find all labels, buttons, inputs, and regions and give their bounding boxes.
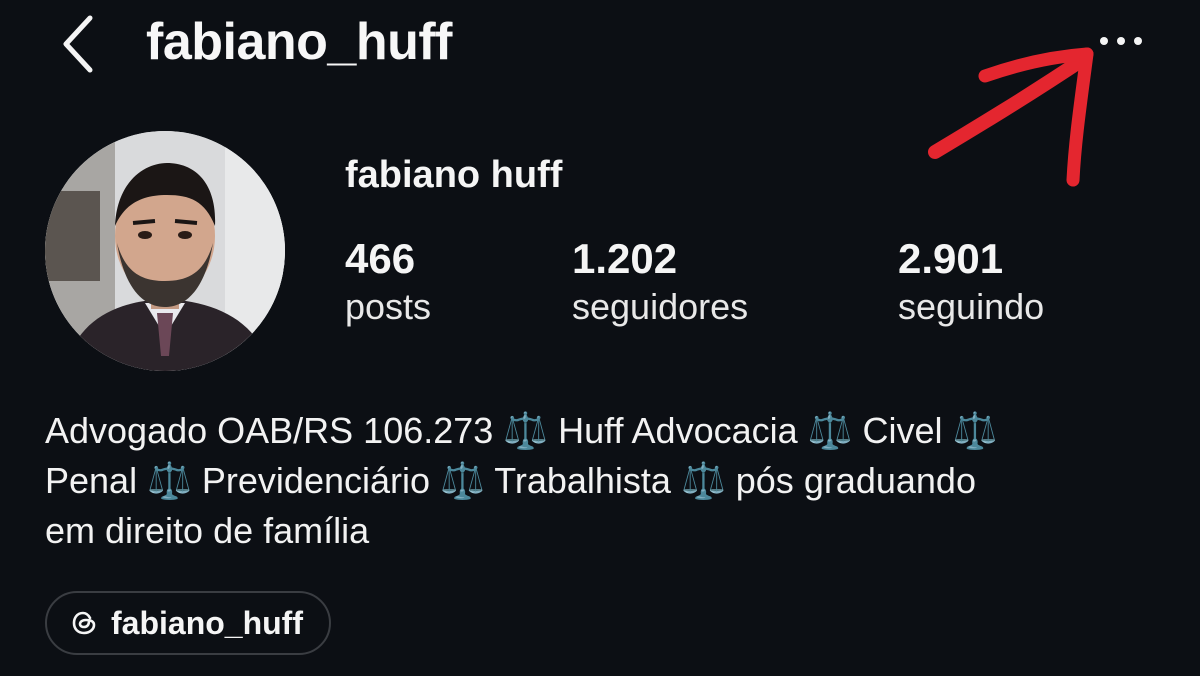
stat-following[interactable]: 2.901 seguindo (898, 232, 1044, 328)
stat-posts-value: 466 (345, 235, 416, 282)
threads-link-label: fabiano_huff (111, 605, 303, 641)
stat-posts[interactable]: 466 posts (345, 232, 431, 328)
stat-followers-label: seguidores (572, 286, 749, 327)
stat-followers[interactable]: 1.202 seguidores (572, 232, 748, 328)
profile-bio: Advogado OAB/RS 106.273 ⚖️ Huff Advocaci… (45, 406, 1165, 556)
bio-line: Penal ⚖️ Previdenciário ⚖️ Trabalhista ⚖… (45, 460, 976, 501)
chevron-left-icon (63, 15, 93, 73)
profile-display-name: fabiano huff (345, 154, 563, 196)
back-button[interactable] (52, 10, 108, 74)
more-options-button[interactable] (1090, 26, 1150, 56)
stat-followers-value: 1.202 (572, 235, 678, 282)
avatar[interactable] (45, 131, 285, 371)
profile-username-title: fabiano_huff (146, 13, 452, 71)
stat-following-label: seguindo (898, 286, 1045, 327)
bio-line: Advogado OAB/RS 106.273 ⚖️ Huff Advocaci… (45, 410, 998, 451)
stat-following-value: 2.901 (898, 235, 1004, 282)
bio-line: em direito de família (45, 510, 370, 551)
profile-photo (45, 131, 285, 371)
threads-profile-link[interactable]: fabiano_huff (45, 591, 331, 655)
stat-posts-label: posts (345, 286, 432, 327)
threads-icon (72, 611, 96, 635)
more-horizontal-icon (1100, 37, 1142, 45)
top-bar: fabiano_huff (0, 0, 1200, 90)
